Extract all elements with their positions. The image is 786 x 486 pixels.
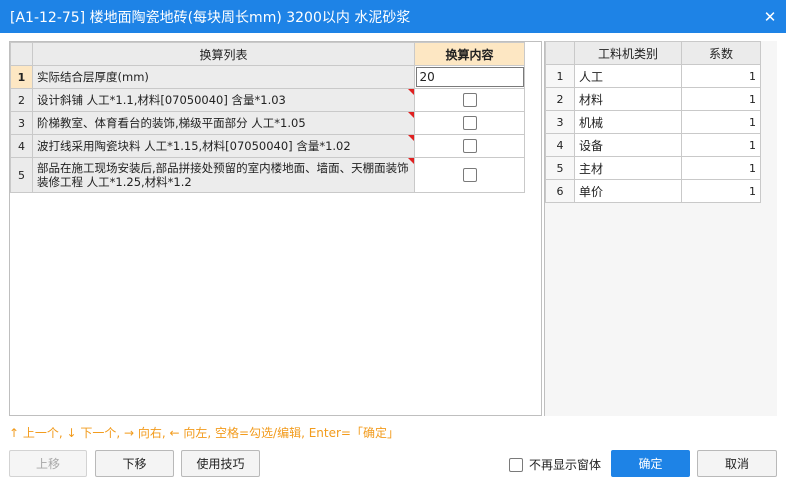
column-header-list: 换算列表 bbox=[32, 42, 415, 66]
coefficient-cell[interactable]: 1 bbox=[681, 87, 761, 111]
row-number: 1 bbox=[10, 65, 33, 89]
usage-tips-button[interactable]: 使用技巧 bbox=[181, 450, 260, 477]
row-description: 实际结合层厚度(mm) bbox=[32, 65, 415, 89]
coefficient-table: 工料机类别 系数 1 人工 1 2 材料 1 3 机械 1 4 设备 1 5 主… bbox=[545, 41, 761, 203]
conversion-list-grid: 换算列表 换算内容 1 实际结合层厚度(mm) 20 2 设计斜铺 人工*1.1… bbox=[9, 41, 542, 416]
row-value-cell[interactable] bbox=[414, 88, 525, 112]
category-cell: 主材 bbox=[574, 156, 682, 180]
coefficient-cell[interactable]: 1 bbox=[681, 110, 761, 134]
category-coefficient-grid: 工料机类别 系数 1 人工 1 2 材料 1 3 机械 1 4 设备 1 5 主… bbox=[544, 41, 777, 416]
row-description-text: 波打线采用陶瓷块料 人工*1.15,材料[07050040] 含量*1.02 bbox=[37, 139, 351, 153]
row-value-cell[interactable] bbox=[414, 111, 525, 135]
row-number: 4 bbox=[545, 133, 575, 157]
dont-show-again-checkbox[interactable] bbox=[509, 457, 523, 472]
keyboard-hint: ↑ 上一个, ↓ 下一个, → 向右, ← 向左, 空格=勾选/编辑, Ente… bbox=[9, 426, 399, 440]
row-description-text: 部品在施工现场安装后,部品拼接处预留的室内楼地面、墙面、天棚面装饰装修工程 人工… bbox=[37, 161, 409, 189]
table-header-row: 工料机类别 系数 bbox=[545, 41, 761, 65]
row-number: 5 bbox=[10, 157, 33, 193]
table-row[interactable]: 6 单价 1 bbox=[545, 179, 761, 203]
row-description: 波打线采用陶瓷块料 人工*1.15,材料[07050040] 含量*1.02 bbox=[32, 134, 415, 158]
row-number: 1 bbox=[545, 64, 575, 88]
comment-marker-icon bbox=[408, 112, 414, 118]
table-header-row: 换算列表 换算内容 bbox=[10, 42, 525, 66]
column-header-content: 换算内容 bbox=[414, 42, 525, 66]
comment-marker-icon bbox=[408, 135, 414, 141]
row-description-text: 阶梯教室、体育看台的装饰,梯级平面部分 人工*1.05 bbox=[37, 116, 306, 130]
row-number: 2 bbox=[10, 88, 33, 112]
row-description-text: 实际结合层厚度(mm) bbox=[37, 70, 149, 84]
dialog-title: [A1-12-75] 楼地面陶瓷地砖(每块周长mm) 3200以内 水泥砂浆 bbox=[10, 9, 411, 26]
row-number: 2 bbox=[545, 87, 575, 111]
dont-show-again-option[interactable]: 不再显示窗体 bbox=[509, 456, 601, 473]
row-checkbox[interactable] bbox=[462, 93, 477, 108]
coefficient-cell[interactable]: 1 bbox=[681, 156, 761, 180]
close-icon[interactable]: ✕ bbox=[762, 8, 778, 26]
coefficient-cell[interactable]: 1 bbox=[681, 64, 761, 88]
table-row[interactable]: 1 人工 1 bbox=[545, 64, 761, 88]
comment-marker-icon bbox=[408, 158, 414, 164]
comment-marker-icon bbox=[408, 89, 414, 95]
table-row[interactable]: 4 波打线采用陶瓷块料 人工*1.15,材料[07050040] 含量*1.02 bbox=[10, 134, 525, 158]
row-description: 部品在施工现场安装后,部品拼接处预留的室内楼地面、墙面、天棚面装饰装修工程 人工… bbox=[32, 157, 415, 193]
category-cell: 设备 bbox=[574, 133, 682, 157]
thickness-input[interactable]: 20 bbox=[415, 67, 524, 87]
table-row[interactable]: 2 设计斜铺 人工*1.1,材料[07050040] 含量*1.03 bbox=[10, 88, 525, 112]
category-cell: 材料 bbox=[574, 87, 682, 111]
table-row[interactable]: 3 阶梯教室、体育看台的装饰,梯级平面部分 人工*1.05 bbox=[10, 111, 525, 135]
category-cell: 人工 bbox=[574, 64, 682, 88]
move-down-button[interactable]: 下移 bbox=[95, 450, 174, 477]
table-row[interactable]: 1 实际结合层厚度(mm) 20 bbox=[10, 65, 525, 89]
row-number: 4 bbox=[10, 134, 33, 158]
table-row[interactable]: 5 部品在施工现场安装后,部品拼接处预留的室内楼地面、墙面、天棚面装饰装修工程 … bbox=[10, 157, 525, 193]
row-number: 3 bbox=[10, 111, 33, 135]
cancel-button[interactable]: 取消 bbox=[697, 450, 777, 477]
row-value-cell[interactable] bbox=[414, 157, 525, 193]
conversion-table: 换算列表 换算内容 1 实际结合层厚度(mm) 20 2 设计斜铺 人工*1.1… bbox=[10, 42, 525, 193]
table-row[interactable]: 2 材料 1 bbox=[545, 87, 761, 111]
column-header-coef: 系数 bbox=[681, 41, 761, 65]
row-value-cell[interactable]: 20 bbox=[414, 65, 525, 89]
table-row[interactable]: 3 机械 1 bbox=[545, 110, 761, 134]
move-up-button[interactable]: 上移 bbox=[9, 450, 87, 477]
row-checkbox[interactable] bbox=[462, 139, 477, 154]
category-cell: 单价 bbox=[574, 179, 682, 203]
row-description: 阶梯教室、体育看台的装饰,梯级平面部分 人工*1.05 bbox=[32, 111, 415, 135]
ok-button[interactable]: 确定 bbox=[611, 450, 690, 477]
row-checkbox[interactable] bbox=[462, 116, 477, 131]
conversion-dialog: [A1-12-75] 楼地面陶瓷地砖(每块周长mm) 3200以内 水泥砂浆 ✕… bbox=[0, 0, 786, 486]
row-number: 6 bbox=[545, 179, 575, 203]
table-row[interactable]: 4 设备 1 bbox=[545, 133, 761, 157]
title-bar: [A1-12-75] 楼地面陶瓷地砖(每块周长mm) 3200以内 水泥砂浆 ✕ bbox=[0, 0, 786, 33]
column-header-category: 工料机类别 bbox=[574, 41, 682, 65]
row-number: 3 bbox=[545, 110, 575, 134]
dont-show-again-label: 不再显示窗体 bbox=[529, 458, 602, 472]
row-number: 5 bbox=[545, 156, 575, 180]
corner-cell bbox=[10, 42, 33, 66]
category-cell: 机械 bbox=[574, 110, 682, 134]
corner-cell bbox=[545, 41, 575, 65]
row-description: 设计斜铺 人工*1.1,材料[07050040] 含量*1.03 bbox=[32, 88, 415, 112]
row-checkbox[interactable] bbox=[462, 168, 477, 183]
coefficient-cell[interactable]: 1 bbox=[681, 179, 761, 203]
row-description-text: 设计斜铺 人工*1.1,材料[07050040] 含量*1.03 bbox=[37, 93, 286, 107]
table-row[interactable]: 5 主材 1 bbox=[545, 156, 761, 180]
coefficient-cell[interactable]: 1 bbox=[681, 133, 761, 157]
row-value-cell[interactable] bbox=[414, 134, 525, 158]
